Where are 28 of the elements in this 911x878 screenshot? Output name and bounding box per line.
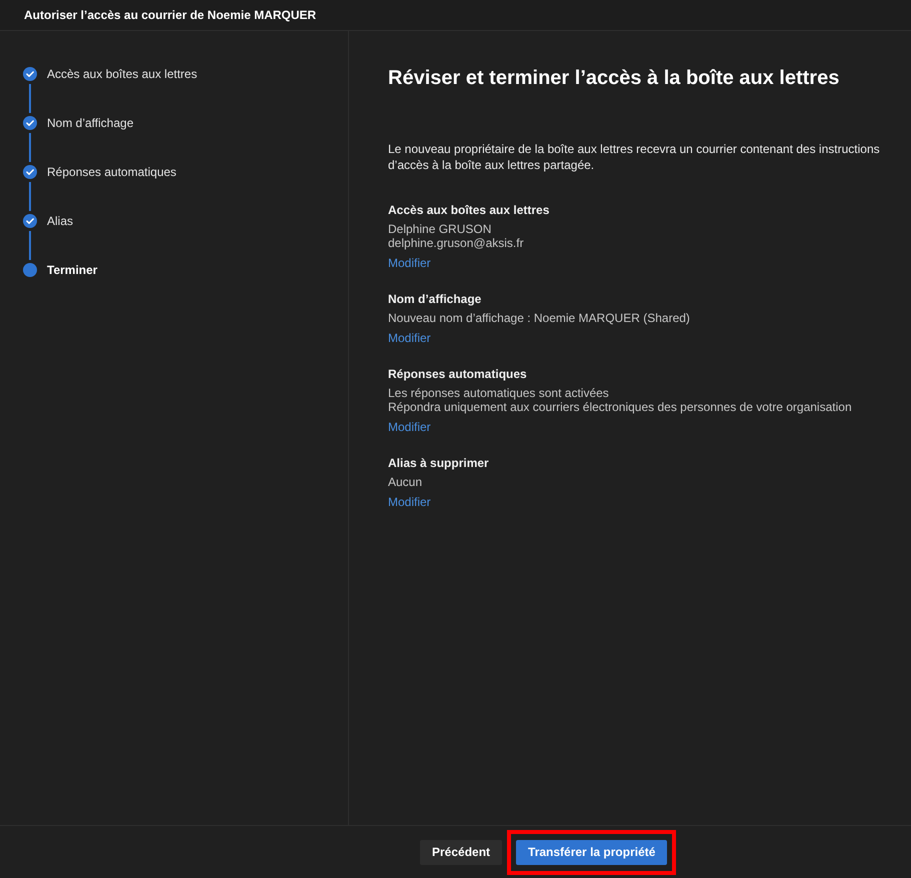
section-value: delphine.gruson@aksis.fr	[388, 236, 525, 250]
page-title: Réviser et terminer l’accès à la boîte aux lettres	[388, 66, 840, 91]
previous-button[interactable]: Précédent	[420, 840, 502, 865]
edit-link[interactable]: Modifier	[388, 420, 431, 434]
section-value: Delphine GRUSON	[388, 222, 492, 236]
edit-link[interactable]: Modifier	[388, 256, 431, 270]
section-heading: Alias à supprimer	[388, 456, 490, 470]
step-label[interactable]: Alias	[47, 212, 74, 230]
description-text: Le nouveau propriétaire de la boîte aux lettres recevra un courrier contenant des instructions d’accès à la boîte aux lettres partagée.	[388, 141, 881, 173]
section-value: Nouveau nom d’affichage : Noemie MARQUER (Shared)	[388, 311, 691, 325]
transfer-button[interactable]: Transférer la propriété	[516, 840, 668, 865]
section-value: Aucun	[388, 475, 424, 489]
edit-link[interactable]: Modifier	[388, 331, 431, 345]
step-connector	[29, 231, 31, 260]
step-label[interactable]: Nom d’affichage	[47, 114, 134, 132]
section-heading: Accès aux boîtes aux lettres	[388, 203, 550, 217]
window-title: Autoriser l’accès au courrier de Noemie MARQUER	[24, 7, 316, 24]
edit-link[interactable]: Modifier	[388, 495, 431, 509]
step-connector	[29, 182, 31, 211]
step-connector	[29, 133, 31, 162]
section-heading: Réponses automatiques	[388, 367, 528, 381]
step-label[interactable]: Réponses automatiques	[47, 163, 176, 181]
section-value: Répondra uniquement aux courriers électroniques des personnes de votre organisation	[388, 400, 853, 414]
step-label[interactable]: Accès aux boîtes aux lettres	[47, 65, 198, 83]
section-heading: Nom d’affichage	[388, 292, 482, 306]
step-label[interactable]: Terminer	[47, 261, 98, 279]
section-value: Les réponses automatiques sont activées	[388, 386, 610, 400]
step-connector	[29, 84, 31, 113]
